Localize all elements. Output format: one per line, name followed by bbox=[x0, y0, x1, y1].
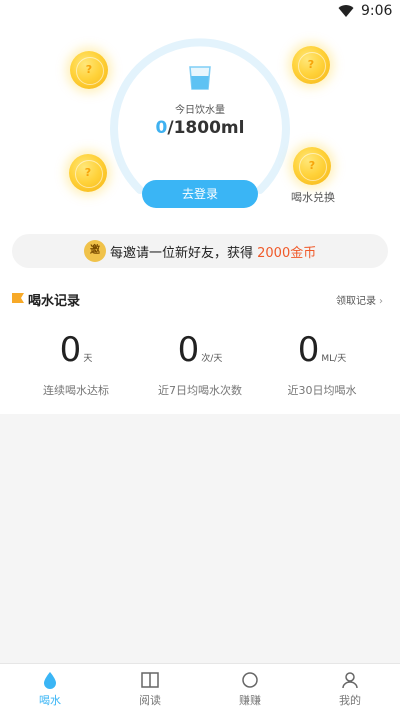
coin-bubble[interactable]: ? bbox=[70, 51, 108, 89]
tab-mine[interactable]: 我的 bbox=[300, 664, 400, 711]
tab-earn[interactable]: 赚赚 bbox=[200, 664, 300, 711]
stat-30day: 0 ML/天 近30日均喝水 bbox=[287, 330, 357, 397]
exchange-label[interactable]: 喝水兑换 bbox=[286, 189, 340, 205]
coin-bubble[interactable]: ? bbox=[69, 154, 107, 192]
drink-records: 喝水记录 领取记录 › 0天 连续喝水达标 0 次/天 近7日均喝水次数 0 ML/天… bbox=[0, 280, 400, 414]
today-intake-label: 今日饮水量 bbox=[175, 105, 225, 116]
invite-text: 每邀请一位新好友，获得 2000金币 bbox=[110, 246, 317, 261]
coin-bubble[interactable]: ? bbox=[292, 46, 330, 84]
stat-7day: 0 次/天 近7日均喝水次数 bbox=[158, 330, 242, 397]
exchange-coin-button[interactable]: ? bbox=[293, 147, 331, 185]
coin-icon bbox=[242, 672, 258, 688]
wifi-icon bbox=[338, 5, 354, 18]
tab-read[interactable]: 阅读 bbox=[100, 664, 200, 711]
flag-icon bbox=[12, 293, 24, 303]
chevron-right-icon: › bbox=[379, 296, 383, 307]
invite-badge-icon: 邀 bbox=[84, 240, 106, 262]
invite-banner[interactable]: 邀 每邀请一位新好友，获得 2000金币 bbox=[12, 234, 388, 268]
bottom-tab-bar: 喝水 阅读 赚赚 我的 bbox=[0, 663, 400, 711]
intake-goal: /1800ml bbox=[167, 118, 245, 138]
water-drop-icon bbox=[44, 672, 56, 689]
status-time: 9:06 bbox=[361, 3, 393, 19]
login-button[interactable]: 去登录 bbox=[142, 180, 258, 208]
claim-records-link[interactable]: 领取记录 › bbox=[336, 292, 383, 307]
records-title: 喝水记录 bbox=[28, 294, 81, 309]
status-bar: 9:06 bbox=[0, 0, 400, 24]
stat-streak: 0天 连续喝水达标 bbox=[43, 330, 109, 397]
invite-reward: 2000金币 bbox=[257, 246, 317, 261]
book-icon bbox=[141, 672, 159, 688]
tab-drink[interactable]: 喝水 bbox=[0, 664, 100, 711]
water-amount: 0/1800ml bbox=[120, 118, 280, 138]
current-intake: 0 bbox=[155, 118, 168, 138]
user-icon bbox=[342, 672, 358, 689]
water-cup-icon bbox=[189, 66, 211, 90]
